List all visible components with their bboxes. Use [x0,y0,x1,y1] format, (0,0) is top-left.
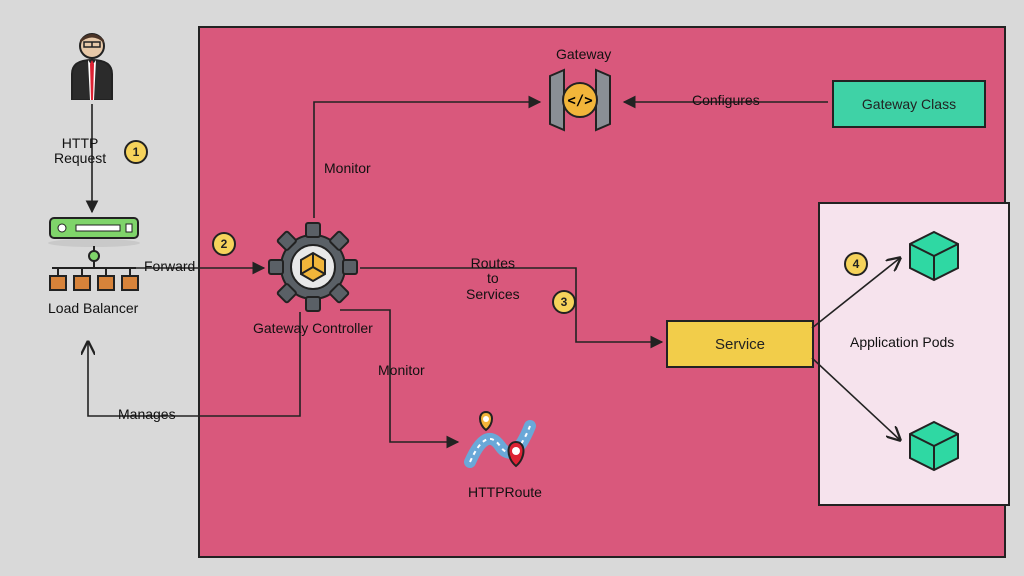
step-badge-3: 3 [552,290,576,314]
badge-4-number: 4 [853,257,860,271]
svg-text:</>: </> [567,93,592,109]
forward-label: Forward [144,258,195,274]
gateway-controller-label: Gateway Controller [253,320,373,336]
application-pods-label: Application Pods [850,334,954,350]
gateway-icon: </> [544,68,616,132]
diagram-stage: </> Gateway Class Service [0,0,1024,576]
badge-1-number: 1 [133,145,140,159]
pod-cube-icon [906,418,962,474]
http-request-label: HTTP Request [54,136,106,167]
manages-label: Manages [118,406,176,422]
badge-2-number: 2 [221,237,228,251]
service-label: Service [715,336,765,353]
step-badge-1: 1 [124,140,148,164]
user-icon [62,30,122,100]
pod-cube-icon [906,228,962,284]
service-box: Service [666,320,814,368]
configures-label: Configures [692,92,760,108]
load-balancer-icon [36,216,152,292]
badge-3-number: 3 [561,295,568,309]
load-balancer-label: Load Balancer [48,300,138,316]
gateway-class-label: Gateway Class [862,96,956,112]
monitor-gateway-label: Monitor [324,160,371,176]
gateway-controller-icon [268,222,358,312]
httproute-label: HTTPRoute [468,484,542,500]
step-badge-2: 2 [212,232,236,256]
gateway-label: Gateway [556,46,611,62]
monitor-route-label: Monitor [378,362,425,378]
gateway-class-box: Gateway Class [832,80,986,128]
step-badge-4: 4 [844,252,868,276]
routes-label: Routes to Services [466,256,520,302]
httproute-icon [462,406,540,476]
